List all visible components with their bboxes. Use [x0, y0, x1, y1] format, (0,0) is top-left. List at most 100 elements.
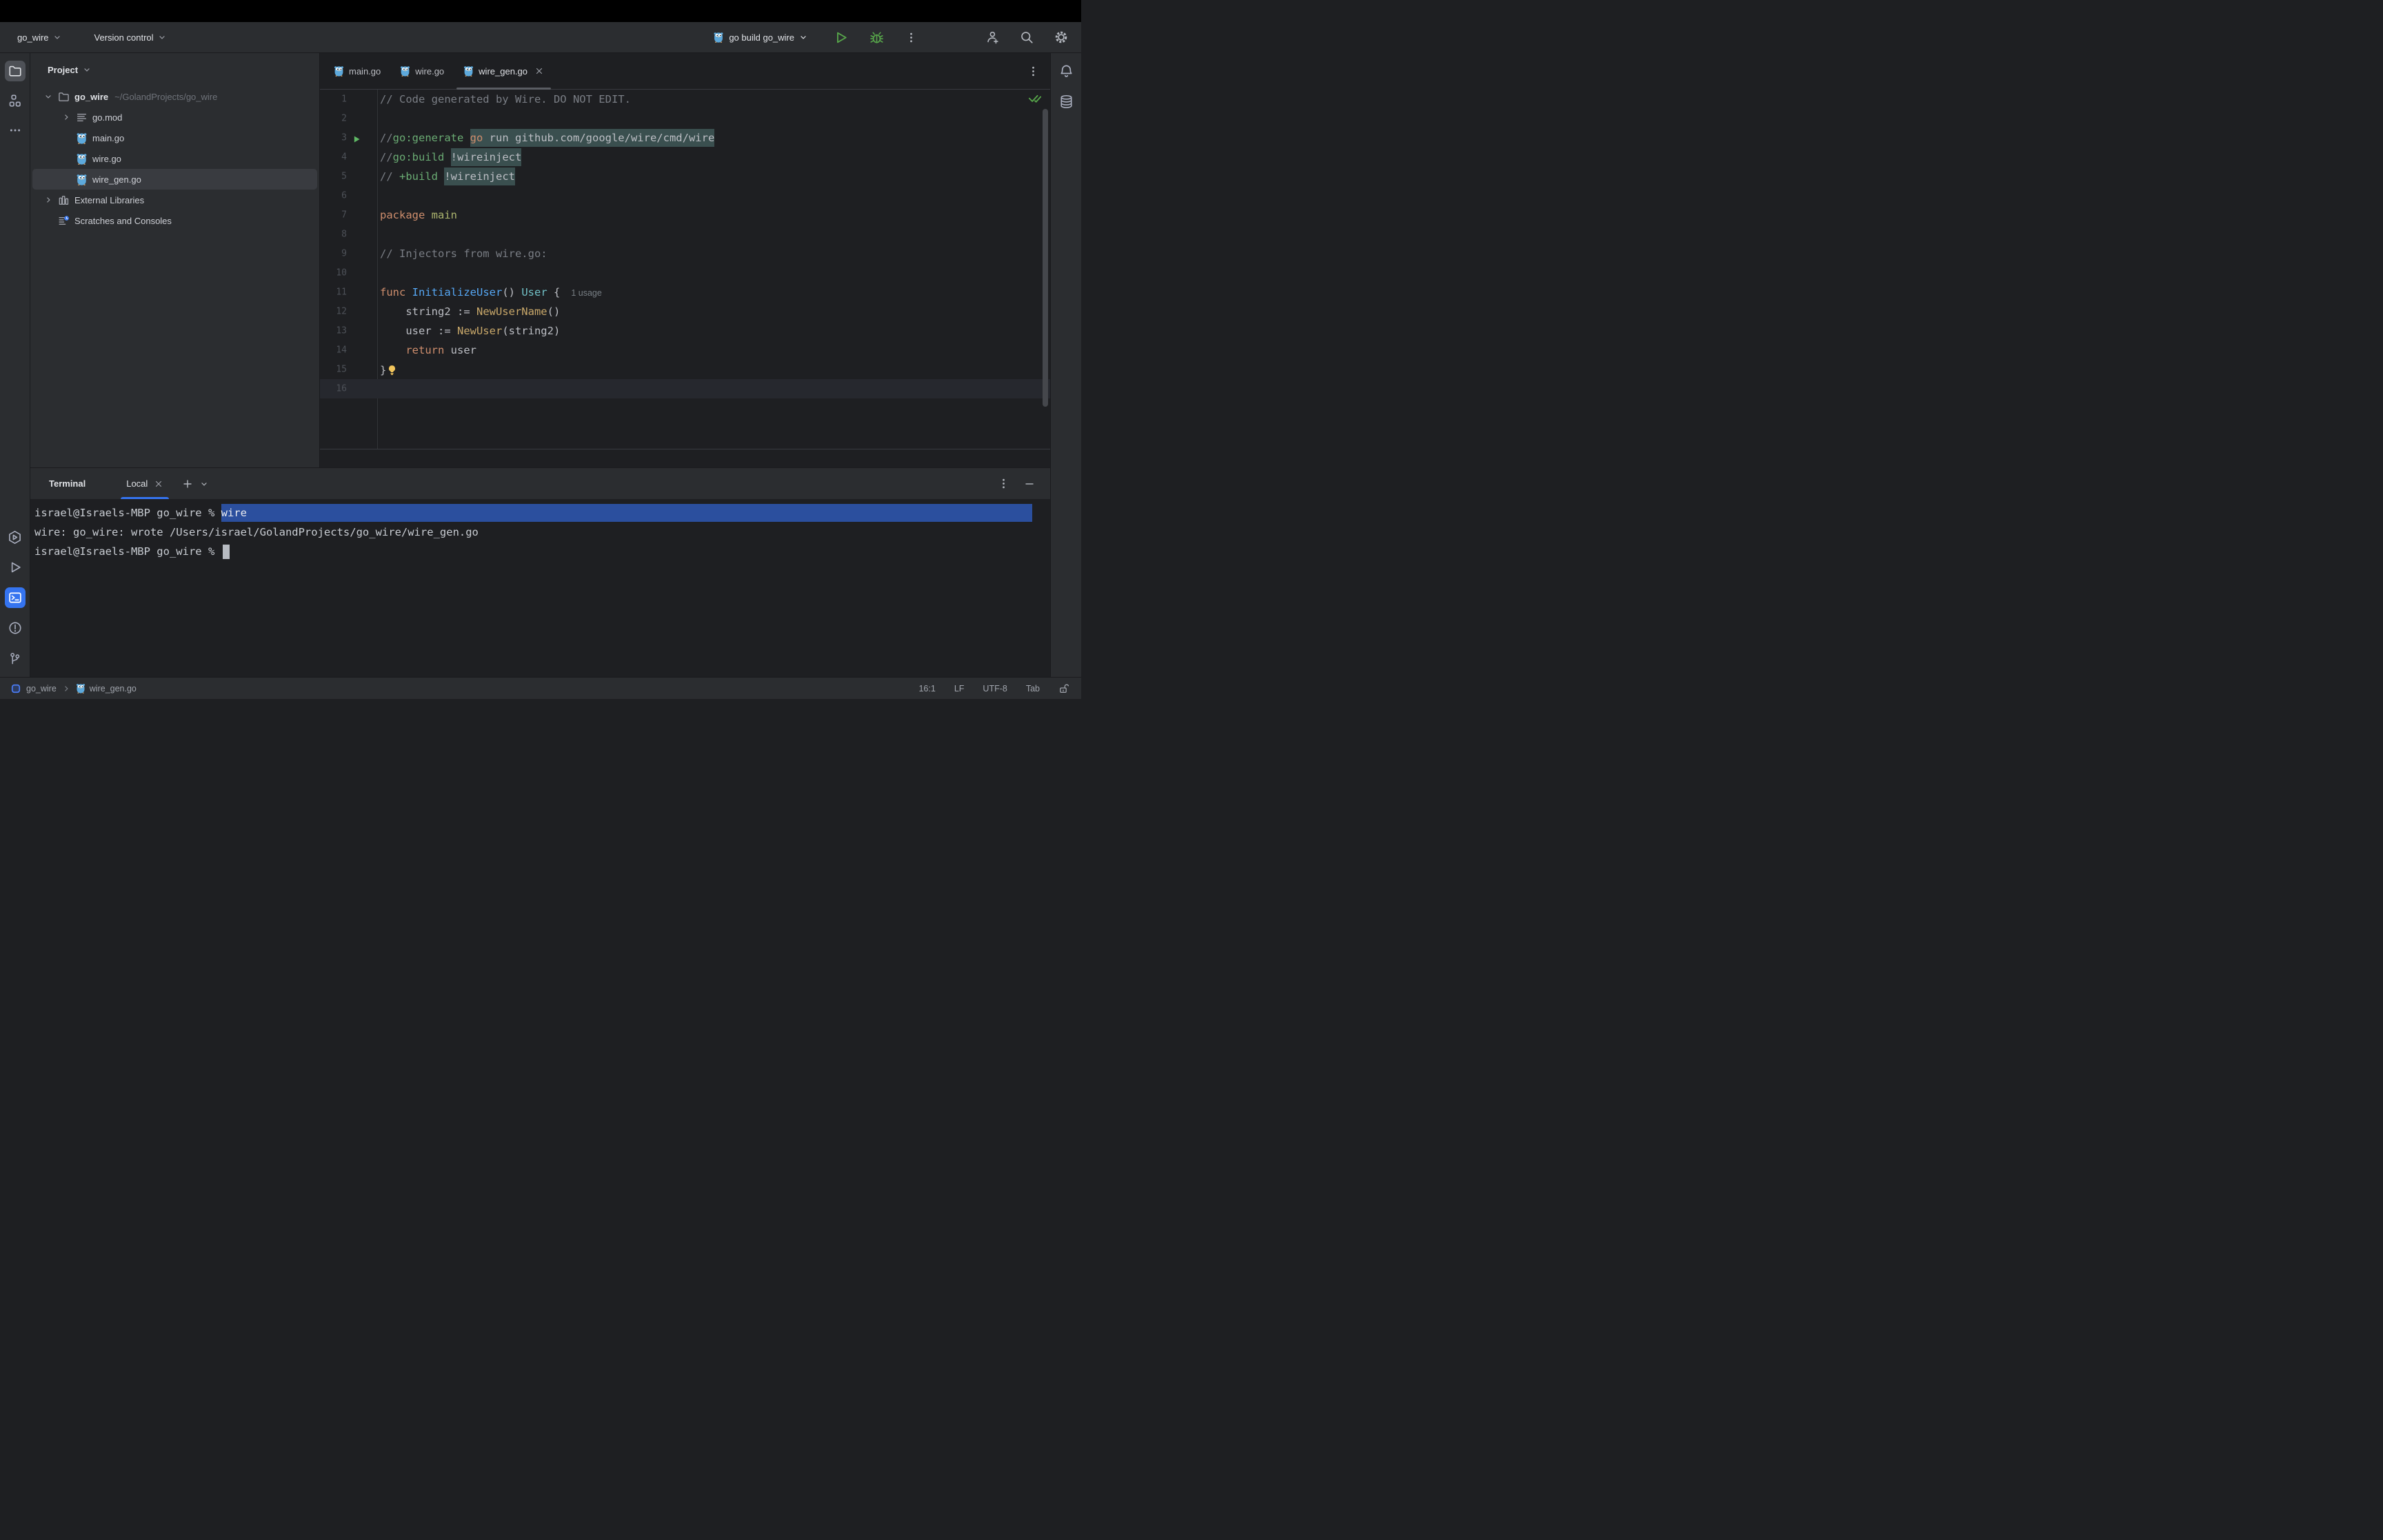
code-line-15[interactable]: 15} [320, 360, 1050, 379]
code-line-1[interactable]: 1 // Code generated by Wire. DO NOT EDIT. [320, 90, 1050, 109]
line-number: 16 [336, 383, 347, 394]
tab-main-go[interactable]: main.go [324, 53, 390, 89]
tree-item-external-libraries[interactable]: External Libraries [32, 190, 317, 210]
terminal-tab-label: Local [126, 478, 148, 489]
hide-terminal-icon[interactable] [1021, 476, 1038, 492]
tree-item-main-go[interactable]: main.go [32, 128, 317, 148]
notifications-icon[interactable] [1056, 61, 1076, 81]
code-text: //go:build !wireinject [377, 148, 522, 166]
terminal-options-icon[interactable] [995, 476, 1012, 492]
code-with-me-icon[interactable] [983, 28, 1002, 47]
code-editor[interactable]: 1 // Code generated by Wire. DO NOT EDIT.… [320, 90, 1050, 449]
code-line-9[interactable]: 9 // Injectors from wire.go: [320, 244, 1050, 263]
project-menu-button[interactable]: go_wire [17, 32, 61, 43]
code-line-6[interactable]: 6 [320, 186, 1050, 205]
tree-item-go-mod[interactable]: go.mod [32, 107, 317, 128]
close-icon[interactable] [534, 66, 544, 76]
editor-scrollbar[interactable] [1043, 109, 1048, 407]
gutter-cell: 13 [320, 321, 377, 341]
run-configuration-label: go build go_wire [729, 32, 794, 43]
code-line-13[interactable]: 13 user := NewUser(string2) [320, 321, 1050, 341]
line-separator[interactable]: LF [954, 684, 965, 693]
gutter-cell: 14 [320, 341, 377, 360]
run-line-icon[interactable] [352, 134, 361, 143]
vcs-menu-button[interactable]: Version control [94, 32, 166, 43]
code-line-4[interactable]: 4 //go:build !wireinject [320, 148, 1050, 167]
scratch-icon [58, 215, 70, 227]
tree-item-wire-go[interactable]: wire.go [32, 148, 317, 169]
settings-icon[interactable] [1052, 28, 1071, 47]
breadcrumb-file[interactable]: wire_gen.go [90, 684, 137, 693]
terminal-icon[interactable] [4, 587, 26, 608]
tree-item-label: go_wire [74, 91, 109, 102]
terminal-output-text: wire: go_wire: wrote /Users/israel/Golan… [34, 526, 479, 538]
line-number: 12 [336, 306, 347, 317]
more-actions-button[interactable] [901, 28, 921, 47]
chevron-right-icon[interactable] [61, 112, 72, 123]
close-icon[interactable] [154, 479, 163, 489]
file-encoding[interactable]: UTF-8 [983, 684, 1007, 693]
tab-wire-gen-go[interactable]: wire_gen.go [454, 53, 554, 90]
terminal-line-3: israel@Israels-MBP go_wire % [34, 542, 1050, 561]
line-number: 10 [336, 267, 347, 278]
activity-bar [0, 53, 30, 677]
project-panel-header[interactable]: Project [30, 53, 319, 86]
writable-lock-icon[interactable] [1058, 683, 1069, 694]
tab-options-icon[interactable] [1025, 63, 1040, 79]
code-line-16[interactable]: 16 [320, 379, 1050, 398]
run-button[interactable] [831, 28, 850, 47]
code-line-10[interactable]: 10 [320, 263, 1050, 283]
indent-style[interactable]: Tab [1026, 684, 1040, 693]
code-line-2[interactable]: 2 [320, 109, 1050, 128]
line-number: 11 [336, 287, 347, 298]
tree-item-scratches-and-consoles[interactable]: Scratches and Consoles [32, 210, 317, 231]
problems-icon[interactable] [5, 618, 26, 638]
usages-inlay-hint[interactable]: 1 usage [571, 288, 601, 298]
inspections-ok-icon[interactable] [1028, 91, 1042, 105]
tree-item-wire-gen-go[interactable]: wire_gen.go [32, 169, 317, 190]
code-line-12[interactable]: 12 string2 := NewUserName() [320, 302, 1050, 321]
tab-label: wire.go [415, 65, 445, 77]
code-line-5[interactable]: 5 // +build !wireinject [320, 167, 1050, 186]
gutter-cell: 10 [320, 263, 377, 283]
gutter-cell: 15 [320, 360, 377, 379]
tree-item-label: wire.go [92, 153, 121, 164]
more-icon[interactable] [5, 120, 26, 141]
tree-item-go-wire[interactable]: go_wire ~/GolandProjects/go_wire [32, 86, 317, 107]
code-line-7[interactable]: 7 package main [320, 205, 1050, 225]
terminal-tab-local[interactable]: Local [117, 468, 172, 499]
code-text: // Injectors from wire.go: [380, 247, 547, 260]
structure-icon[interactable] [5, 90, 26, 111]
breadcrumb-project[interactable]: go_wire [26, 684, 57, 693]
code-line-8[interactable]: 8 [320, 225, 1050, 244]
intention-bulb-icon[interactable] [387, 365, 397, 376]
terminal-output[interactable]: israel@Israels-MBP go_wire % wire wire: g… [30, 499, 1050, 677]
main-toolbar: go_wire Version control go build go_wire [0, 22, 1081, 53]
tree-item-label: main.go [92, 132, 125, 143]
debug-button[interactable] [867, 28, 886, 47]
caret-position[interactable]: 16:1 [918, 684, 935, 693]
chevron-down-icon[interactable] [43, 91, 54, 102]
tab-wire-go[interactable]: wire.go [390, 53, 454, 89]
terminal-prompt: israel@Israels-MBP go_wire % [34, 545, 221, 558]
terminal-dropdown-icon[interactable] [196, 476, 212, 492]
gutter-cell: 12 [320, 302, 377, 321]
line-number: 5 [341, 171, 347, 182]
chevron-right-icon[interactable] [43, 194, 54, 205]
database-icon[interactable] [1056, 91, 1076, 112]
new-terminal-icon[interactable] [179, 476, 196, 492]
search-everywhere-icon[interactable] [1017, 28, 1036, 47]
code-line-11[interactable]: 11 func InitializeUser() User {1 usage [320, 283, 1050, 302]
git-branch-icon[interactable] [5, 648, 26, 669]
code-line-14[interactable]: 14 return user [320, 341, 1050, 360]
project-folder-icon[interactable] [4, 61, 26, 81]
code-text: } [377, 363, 397, 376]
tab-label: main.go [349, 65, 381, 77]
gutter-cell: 5 [320, 167, 377, 186]
services-icon[interactable] [5, 527, 26, 547]
code-text: //go:generate go run github.com/google/w… [377, 129, 715, 147]
run-configuration-selector[interactable]: go build go_wire [713, 32, 807, 43]
run-icon[interactable] [5, 557, 26, 578]
code-line-3[interactable]: 3 //go:generate go run github.com/google/… [320, 128, 1050, 148]
gutter-cell: 9 [320, 244, 377, 263]
